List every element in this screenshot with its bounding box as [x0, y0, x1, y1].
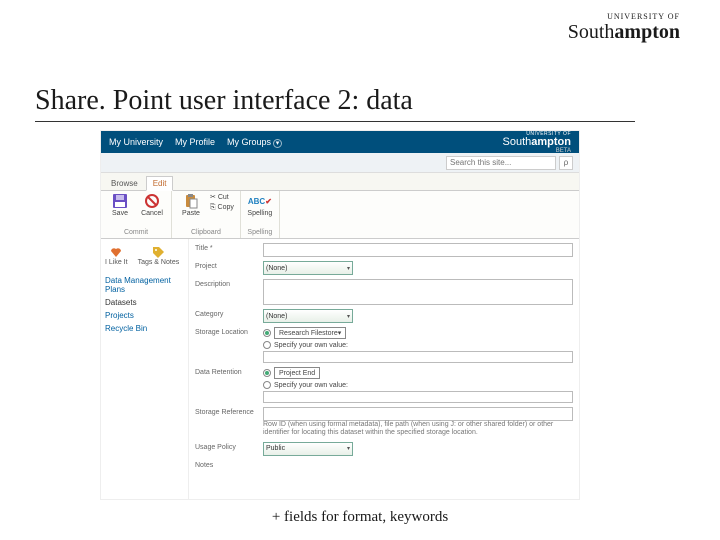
search-bar: ρ	[101, 153, 579, 173]
label-description: Description	[195, 279, 263, 288]
chevron-down-icon: ▾	[273, 139, 282, 148]
label-usage-policy: Usage Policy	[195, 442, 263, 451]
radio-retention-preset[interactable]	[263, 369, 271, 377]
help-storage-ref: Row ID (when using formal metadata), fil…	[263, 421, 573, 438]
chevron-down-icon: ▾	[341, 313, 350, 320]
save-icon	[112, 193, 128, 209]
search-input[interactable]	[446, 156, 556, 170]
search-go-button[interactable]: ρ	[559, 156, 573, 170]
ribbon-toolbar: Save Cancel Commit Paste ✂ Cut ⎘ Copy	[101, 191, 579, 239]
chevron-down-icon: ▾	[338, 329, 342, 337]
radio-storage-own[interactable]	[263, 341, 271, 349]
ribbon-group-commit: Commit	[107, 229, 165, 236]
spelling-icon: ABC✔	[252, 193, 268, 209]
select-usage-policy[interactable]: Public▾	[263, 442, 353, 456]
select-storage-location[interactable]: Research Filestore ▾	[274, 327, 346, 339]
like-button[interactable]: I Like It	[105, 245, 128, 266]
input-description[interactable]	[263, 279, 573, 305]
tag-icon	[151, 245, 165, 259]
top-nav-bar: My University My Profile My Groups▾ UNIV…	[101, 131, 579, 153]
save-button[interactable]: Save	[107, 193, 133, 217]
nav-my-university[interactable]: My University	[109, 137, 163, 147]
input-storage-ref[interactable]	[263, 407, 573, 421]
slide-title: Share. Point user interface 2: data	[35, 85, 635, 122]
nav-my-profile[interactable]: My Profile	[175, 137, 215, 147]
select-category[interactable]: (None)▾	[263, 309, 353, 323]
tab-browse[interactable]: Browse	[105, 177, 144, 190]
sidebar-link-dmp[interactable]: Data Management Plans	[105, 274, 184, 296]
cancel-button[interactable]: Cancel	[139, 193, 165, 217]
logo-pretext: UNIVERSITY OF	[568, 12, 680, 21]
sharepoint-frame: My University My Profile My Groups▾ UNIV…	[100, 130, 580, 500]
cut-button[interactable]: ✂ Cut	[210, 193, 234, 203]
input-retention-own[interactable]	[263, 391, 573, 403]
chip-retention[interactable]: Project End	[274, 367, 320, 379]
paste-button[interactable]: Paste	[178, 193, 204, 217]
label-project: Project	[195, 261, 263, 270]
form-area: Title * Project (None)▾ Description Cate…	[189, 239, 579, 499]
clipboard-small-buttons: ✂ Cut ⎘ Copy	[210, 193, 234, 213]
ribbon-group-clipboard: Clipboard	[178, 229, 234, 236]
radio-retention-own[interactable]	[263, 381, 271, 389]
label-storage-location: Storage Location	[195, 327, 263, 336]
sidebar-link-recycle[interactable]: Recycle Bin	[105, 322, 184, 335]
ribbon-tabs: Browse Edit	[101, 173, 579, 191]
input-title[interactable]	[263, 243, 573, 257]
radio-storage-preset[interactable]	[263, 329, 271, 337]
label-title: Title *	[195, 243, 263, 252]
chevron-down-icon: ▾	[341, 445, 350, 452]
tags-button[interactable]: Tags & Notes	[138, 245, 180, 266]
chevron-down-icon: ▾	[341, 265, 350, 272]
university-logo-header: UNIVERSITY OF Southampton	[568, 12, 680, 44]
sidebar-link-projects[interactable]: Projects	[105, 309, 184, 322]
spelling-button[interactable]: ABC✔ Spelling	[247, 193, 273, 217]
heart-icon	[109, 245, 123, 259]
label-specify-own-2: Specify your own value:	[274, 382, 348, 389]
input-storage-own[interactable]	[263, 351, 573, 363]
tab-edit[interactable]: Edit	[146, 176, 174, 191]
ribbon-group-spelling: Spelling	[247, 229, 273, 236]
label-notes: Notes	[195, 460, 263, 469]
footer-note: + fields for format, keywords	[0, 509, 720, 526]
label-data-retention: Data Retention	[195, 367, 263, 376]
label-storage-ref: Storage Reference	[195, 407, 263, 416]
label-specify-own: Specify your own value:	[274, 342, 348, 349]
sidebar-link-datasets[interactable]: Datasets	[105, 296, 184, 309]
label-category: Category	[195, 309, 263, 318]
select-project[interactable]: (None)▾	[263, 261, 353, 275]
copy-button[interactable]: ⎘ Copy	[210, 203, 234, 213]
topbar-logo: UNIVERSITY OF Southampton BETA	[503, 131, 571, 154]
nav-my-groups[interactable]: My Groups▾	[227, 137, 282, 148]
left-sidebar: I Like It Tags & Notes Data Management P…	[101, 239, 189, 499]
cancel-icon	[144, 193, 160, 209]
paste-icon	[183, 193, 199, 209]
